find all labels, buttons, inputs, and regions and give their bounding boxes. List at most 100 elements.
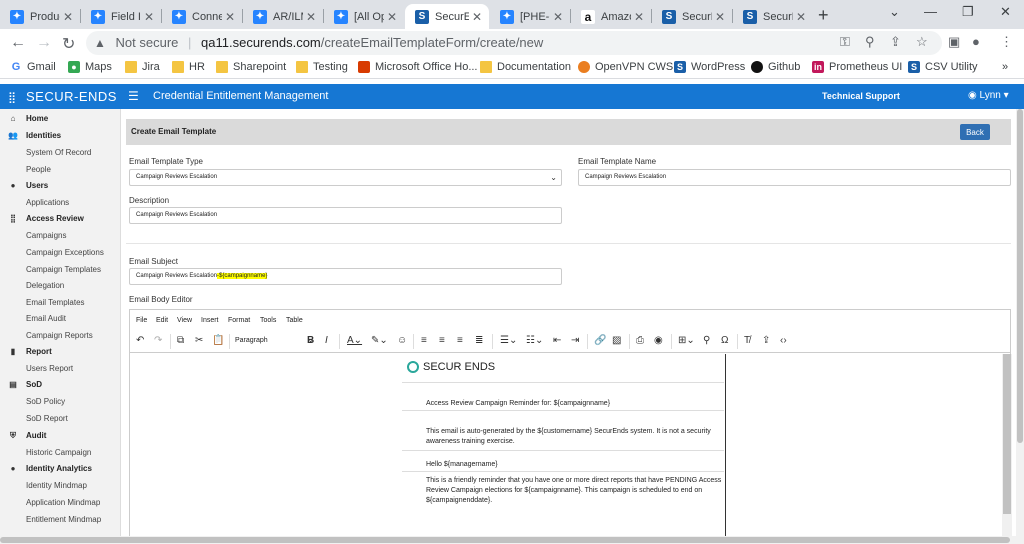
bookmark-jira[interactable]: Jira — [125, 61, 160, 73]
back-arrow-icon[interactable]: ← — [10, 34, 26, 52]
special-char-icon[interactable]: Ω — [721, 335, 728, 346]
sidebar-item-access-review[interactable]: ⣿ Access Review — [0, 210, 121, 227]
align-center-icon[interactable]: ≡ — [439, 335, 445, 346]
sidebar-item-historic-campaign[interactable]: Historic Campaign — [0, 444, 121, 461]
bookmark-maps[interactable]: ● Maps — [68, 61, 112, 73]
apps-grid-icon[interactable]: ⣿ — [8, 91, 16, 104]
bookmark-prometheus[interactable]: in Prometheus UI — [812, 61, 902, 73]
sidebar-item-campaign-reports[interactable]: Campaign Reports — [0, 327, 121, 344]
sidebar-item-identities[interactable]: 👥 Identities — [0, 127, 121, 144]
sidebar-item-system-of-record[interactable]: System Of Record — [0, 144, 121, 161]
editor-scrollbar[interactable] — [1002, 354, 1012, 537]
menu-insert[interactable]: Insert — [201, 317, 219, 324]
user-menu[interactable]: ◉ Lynn ▾ — [968, 90, 1009, 101]
sidebar-item-users-report[interactable]: Users Report — [0, 360, 121, 377]
menu-edit[interactable]: Edit — [156, 317, 168, 324]
close-icon[interactable]: ✕ — [384, 10, 400, 24]
sidebar-item-applications[interactable]: Applications — [0, 194, 121, 211]
browser-tab[interactable]: ✦[PHE-6✕ — [490, 4, 570, 29]
browser-tab[interactable]: SSecurE✕ — [652, 4, 732, 29]
template-name-input[interactable]: Campaign Reviews Escalation — [578, 169, 1011, 186]
close-icon[interactable]: ✕ — [469, 10, 485, 24]
sidebar-item-home[interactable]: ⌂ Home — [0, 110, 121, 127]
numbered-list-icon[interactable]: ☷⌄ — [526, 335, 543, 346]
sidebar-item-delegation[interactable]: Delegation — [0, 277, 121, 294]
close-icon[interactable]: ✕ — [793, 10, 809, 24]
technical-support-link[interactable]: Technical Support — [822, 91, 900, 101]
close-icon[interactable]: ✕ — [303, 10, 319, 24]
redo-icon[interactable]: ↷ — [154, 335, 162, 346]
restore-button[interactable]: ❐ — [962, 4, 974, 20]
sidebar-item-audit[interactable]: ⛨ Audit — [0, 427, 121, 444]
outdent-icon[interactable]: ⇤ — [553, 335, 561, 346]
text-color-icon[interactable]: A⌄ — [347, 335, 362, 346]
browser-tab-active[interactable]: S SecurE ✕ — [405, 4, 489, 29]
minimize-button[interactable]: — — [924, 4, 937, 19]
bookmark-office[interactable]: Microsoft Office Ho... — [358, 61, 478, 73]
browser-tab[interactable]: ✦ Conne ✕ — [162, 4, 242, 29]
address-bar[interactable]: ▲ Not secure | qa11.securends.com/create… — [86, 31, 942, 55]
italic-icon[interactable]: I — [325, 335, 328, 346]
align-left-icon[interactable]: ≡ — [421, 335, 427, 346]
sidebar-item-entitlement-mindmap[interactable]: Entitlement Mindmap — [0, 511, 121, 528]
bookmark-github[interactable]: Github — [751, 61, 800, 73]
sidebar-item-campaign-templates[interactable]: Campaign Templates — [0, 261, 121, 278]
block-format-select[interactable]: Paragraph ⌄ — [235, 336, 314, 344]
close-window-button[interactable]: ✕ — [1000, 4, 1011, 20]
template-type-select[interactable]: Campaign Reviews Escalation ⌄ — [129, 169, 562, 186]
browser-tab[interactable]: ✦Produc✕ — [0, 4, 80, 29]
reload-icon[interactable]: ↻ — [62, 34, 75, 54]
browser-tab[interactable]: ✦Field Is✕ — [81, 4, 161, 29]
browser-tab[interactable]: ✦AR/ILM✕ — [243, 4, 323, 29]
bullet-list-icon[interactable]: ☰⌄ — [500, 335, 517, 346]
bookmark-documentation[interactable]: Documentation — [480, 61, 571, 73]
preview-icon[interactable]: ◉ — [654, 335, 663, 346]
link-icon[interactable]: 🔗 — [594, 335, 606, 346]
highlight-color-icon[interactable]: ✎⌄ — [371, 335, 388, 346]
sidepanel-icon[interactable]: ▣ — [948, 34, 960, 50]
close-icon[interactable]: ✕ — [712, 10, 728, 24]
menu-tools[interactable]: Tools — [260, 317, 276, 324]
sidebar-item-email-audit[interactable]: Email Audit — [0, 310, 121, 327]
bookmark-sharepoint[interactable]: Sharepoint — [216, 61, 286, 73]
clear-format-icon[interactable]: T̸ — [744, 335, 750, 346]
menu-table[interactable]: Table — [286, 317, 303, 324]
sidebar-item-report[interactable]: ▮ Report — [0, 343, 121, 360]
paste-icon[interactable]: 📋 — [212, 335, 224, 346]
close-icon[interactable]: ✕ — [550, 10, 566, 24]
zoom-icon[interactable]: ⚲ — [865, 34, 875, 50]
sidebar-item-users[interactable]: ● Users — [0, 177, 121, 194]
description-input[interactable]: Campaign Reviews Escalation — [129, 207, 562, 224]
share-icon[interactable]: ⇪ — [890, 34, 901, 50]
sidebar-item-sod[interactable]: ▤ SoD — [0, 376, 121, 393]
profile-avatar-icon[interactable]: ● — [972, 34, 980, 49]
browser-tab[interactable]: aAmazo✕ — [571, 4, 651, 29]
bookmark-openvpn[interactable]: OpenVPN CWS — [578, 61, 673, 73]
close-icon[interactable]: ✕ — [141, 10, 157, 24]
sidebar-item-application-mindmap[interactable]: Application Mindmap — [0, 494, 121, 511]
email-body-editor[interactable]: File Edit View Insert Format Tools Table… — [129, 309, 1012, 537]
bookmark-gmail[interactable]: G Gmail — [10, 61, 56, 73]
page-vertical-scrollbar[interactable] — [1016, 109, 1024, 536]
indent-icon[interactable]: ⇥ — [571, 335, 579, 346]
copy-icon[interactable]: ⧉ — [177, 335, 184, 346]
sidebar-item-sod-report[interactable]: SoD Report — [0, 410, 121, 427]
close-icon[interactable]: ✕ — [631, 10, 647, 24]
sidebar-item-sod-policy[interactable]: SoD Policy — [0, 393, 121, 410]
menu-view[interactable]: View — [177, 317, 192, 324]
sidebar-item-campaigns[interactable]: Campaigns — [0, 227, 121, 244]
bold-icon[interactable]: B — [307, 335, 314, 346]
cut-icon[interactable]: ✂ — [195, 335, 203, 346]
sidebar-item-people[interactable]: People — [0, 161, 121, 178]
kebab-menu-icon[interactable]: ⋮ — [1000, 34, 1013, 50]
bookmarks-overflow[interactable]: » — [1002, 61, 1008, 73]
upload-icon[interactable]: ⇪ — [762, 335, 770, 346]
chevron-down-icon[interactable]: ⌄ — [889, 4, 900, 20]
emoji-icon[interactable]: ☺ — [397, 335, 407, 346]
menu-file[interactable]: File — [136, 317, 147, 324]
table-icon[interactable]: ⊞⌄ — [678, 335, 695, 346]
close-icon[interactable]: ✕ — [222, 10, 238, 24]
source-code-icon[interactable]: ‹› — [780, 335, 787, 346]
browser-tab[interactable]: ✦ [All Op ✕ — [324, 4, 404, 29]
print-icon[interactable]: ⎙ — [636, 335, 644, 346]
